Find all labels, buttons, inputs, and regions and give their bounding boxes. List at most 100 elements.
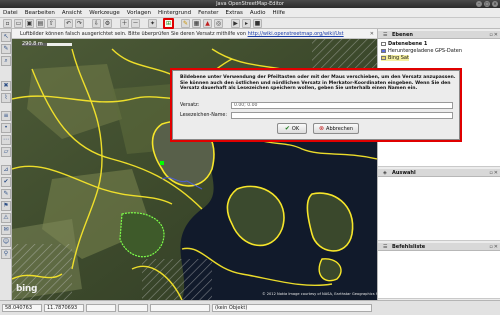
history-icon[interactable]: ✎: [1, 189, 11, 199]
bing-logo: bing: [16, 284, 38, 294]
node-icon[interactable]: •: [1, 123, 11, 133]
tag-icon[interactable]: ✦: [148, 19, 157, 28]
close-icon[interactable]: ✕: [370, 29, 374, 38]
open-icon[interactable]: ▭: [14, 19, 23, 28]
window-titlebar: Java OpenStreetMap-Editor – □ ✕: [0, 0, 500, 8]
area-icon[interactable]: ▱: [1, 147, 11, 157]
dialog-message: Bildebene unter Verwendung der Pfeiltast…: [180, 75, 456, 92]
user-icon[interactable]: ☺: [1, 237, 11, 247]
layer-visibility-icon[interactable]: [381, 48, 386, 53]
ok-label: OK: [291, 126, 300, 132]
layer-label: Datenebene 1: [388, 41, 428, 47]
save-as-icon[interactable]: ▤: [36, 19, 45, 28]
relation-icon[interactable]: ⊿: [1, 165, 11, 175]
imagery-offset-hint: Luftbilder können falsch ausgerichtet se…: [12, 29, 377, 39]
ok-button[interactable]: ✔ OK: [277, 123, 307, 134]
gps-icon[interactable]: ◎: [214, 19, 223, 28]
redo-icon[interactable]: ↷: [75, 19, 84, 28]
window-controls: – □ ✕: [476, 1, 498, 7]
parallel-way-icon[interactable]: ≡: [1, 111, 11, 121]
upload-icon[interactable]: ⇧: [47, 19, 56, 28]
menu-datei[interactable]: Datei: [3, 10, 18, 16]
selection-list: [378, 177, 500, 241]
save-icon[interactable]: ▣: [25, 19, 34, 28]
improve-way-icon[interactable]: ⌇: [1, 93, 11, 103]
menu-hintergrund[interactable]: Hintergrund: [158, 10, 191, 16]
cancel-icon: ⊗: [319, 125, 325, 132]
undo-icon[interactable]: ↶: [64, 19, 73, 28]
offset-field[interactable]: [231, 102, 453, 109]
layer-item[interactable]: Bing Sat: [381, 55, 409, 61]
angle-field: [118, 304, 148, 312]
menu-ansicht[interactable]: Ansicht: [62, 10, 82, 16]
commands-panel-title: Befehlsliste: [392, 244, 426, 250]
validate-icon[interactable]: ✔: [1, 177, 11, 187]
heading-field: [86, 304, 116, 312]
menu-audio[interactable]: Audio: [250, 10, 266, 16]
layer-visibility-icon[interactable]: [381, 41, 386, 46]
menu-hilfe[interactable]: Hilfe: [273, 10, 286, 16]
layer-visibility-icon[interactable]: [381, 55, 386, 60]
cancel-label: Abbrechen: [326, 126, 353, 132]
panel-controls-icon[interactable]: ▫✕: [489, 243, 499, 251]
wiki-link[interactable]: http://wiki.openstreetmap.org/wiki/Ust: [248, 31, 344, 37]
filter-icon[interactable]: ⚲: [1, 249, 11, 259]
bookmark-label: Lesezeichen-Name:: [180, 113, 227, 118]
zoom-out-icon[interactable]: －: [131, 19, 140, 28]
select-tool-icon[interactable]: ↖: [1, 32, 11, 42]
draw-tool-icon[interactable]: ✎: [1, 44, 11, 54]
zoom-tool-icon[interactable]: ⌕: [1, 56, 11, 66]
conflict-icon[interactable]: ⚠: [1, 213, 11, 223]
hint-text: Luftbilder können falsch ausgerichtet se…: [20, 31, 248, 37]
menu-bearbeiten[interactable]: Bearbeiten: [25, 10, 55, 16]
wrench-icon[interactable]: ✎: [181, 19, 190, 28]
menu-vorlagen[interactable]: Vorlagen: [127, 10, 151, 16]
panel-controls-icon[interactable]: ▫✕: [489, 31, 499, 39]
window-title: Java OpenStreetMap-Editor: [216, 1, 284, 7]
offset-label: Versatz:: [180, 103, 200, 108]
close-button[interactable]: ✕: [492, 1, 498, 7]
menu-werkzeuge[interactable]: Werkzeuge: [89, 10, 120, 16]
style-icon[interactable]: ▦: [192, 19, 201, 28]
selection-panel-header[interactable]: ◈ Auswahl ▫✕: [378, 169, 500, 177]
latitude-field: 58.040763: [2, 304, 42, 312]
changeset-icon[interactable]: ⚑: [1, 201, 11, 211]
offset-icon[interactable]: ⊞: [163, 18, 174, 29]
notes-icon[interactable]: ✉: [1, 225, 11, 235]
maximize-button[interactable]: □: [484, 1, 490, 7]
layers-panel-title: Ebenen: [392, 32, 413, 38]
layer-item[interactable]: Datenebene 1: [381, 41, 427, 47]
status-bar: 58.040763 11.7870693 (kein Objekt): [0, 300, 500, 315]
panel-controls-icon[interactable]: ▫✕: [489, 169, 499, 177]
layer-item[interactable]: Heruntergeladene GPS-Daten: [381, 48, 462, 54]
way-icon[interactable]: ⋯: [1, 135, 11, 145]
imagery-offset-dialog: Bildebene unter Verwendung der Pfeiltast…: [172, 70, 460, 140]
bookmark-name-field[interactable]: [231, 112, 453, 119]
selection-icon: ◈: [383, 170, 387, 176]
preferences-icon[interactable]: ⚙: [103, 19, 112, 28]
commands-list: [378, 251, 500, 299]
validator-icon[interactable]: ▲: [203, 19, 212, 28]
menu-fenster[interactable]: Fenster: [198, 10, 218, 16]
selection-panel-title: Auswahl: [392, 170, 416, 176]
layer-label: Bing Sat: [388, 55, 409, 61]
main-toolbar: ▫ ▭ ▣ ▤ ⇧ ↶ ↷ ⇩ ⚙ ＋ － ✦ ⊞ ✎ ▦ ▲ ◎ ▶ ▸ ■: [0, 18, 500, 29]
zoom-in-icon[interactable]: ＋: [120, 19, 129, 28]
audio-play-icon[interactable]: ▶: [231, 19, 240, 28]
delete-tool-icon[interactable]: ✖: [1, 81, 11, 91]
layers-icon: ☰: [383, 32, 388, 38]
longitude-field: 11.7870693: [44, 304, 84, 312]
audio-fwd-icon[interactable]: ▸: [242, 19, 251, 28]
layers-panel-header[interactable]: ☰ Ebenen ▫✕: [378, 31, 500, 39]
commands-panel-header[interactable]: ☰ Befehlsliste ▫✕: [378, 243, 500, 251]
download-icon[interactable]: ⇩: [92, 19, 101, 28]
menu-bar: Datei Bearbeiten Ansicht Werkzeuge Vorla…: [0, 8, 500, 18]
new-icon[interactable]: ▫: [3, 19, 12, 28]
minimize-button[interactable]: –: [476, 1, 482, 7]
cancel-button[interactable]: ⊗ Abbrechen: [313, 123, 359, 134]
commands-icon: ☰: [383, 244, 388, 250]
audio-stop-icon[interactable]: ■: [253, 19, 262, 28]
scale-label: 290.8 m: [22, 41, 43, 47]
left-toolbox: ↖ ✎ ⌕ ✖ ⌇ ≡ • ⋯ ▱ ⊿ ✔ ✎ ⚑ ⚠ ✉ ☺ ⚲: [0, 29, 12, 300]
menu-extras[interactable]: Extras: [226, 10, 243, 16]
